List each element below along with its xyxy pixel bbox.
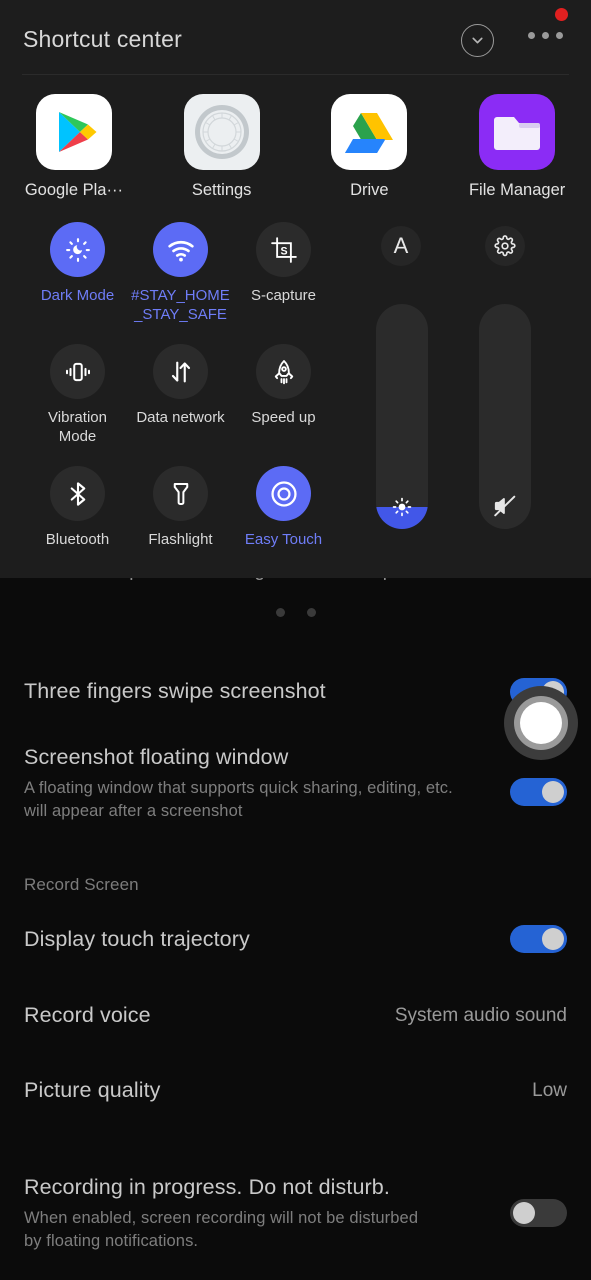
app-shortcut-google-play[interactable]: Google Pla··· — [0, 94, 148, 200]
header-divider — [22, 74, 569, 75]
auto-brightness-label: A — [393, 233, 409, 258]
app-shortcut-label: File Manager — [468, 181, 566, 199]
google-drive-icon — [331, 94, 408, 170]
bluetooth-icon — [50, 466, 105, 521]
tile-flashlight[interactable]: Flashlight — [129, 466, 232, 549]
toggle-knob — [513, 1202, 535, 1224]
tile-easy-touch[interactable]: Easy Touch — [232, 466, 335, 549]
volume-slider[interactable] — [479, 304, 531, 529]
section-label-record-screen: Record Screen — [24, 875, 139, 894]
kebab-dot — [542, 32, 549, 39]
row-three-fingers-swipe-screenshot[interactable]: Three fingers swipe screenshot — [0, 676, 591, 706]
page-indicator-dots — [0, 608, 591, 617]
google-play-icon — [35, 94, 112, 170]
tile-label: Dark Mode — [40, 287, 115, 304]
row-title: Record voice — [24, 1003, 151, 1027]
data-network-arrows-icon — [153, 344, 208, 399]
brightness-slider[interactable] — [376, 304, 428, 529]
rocket-icon — [256, 344, 311, 399]
shortcut-center-panel: Shortcut center Google Pla··· Settings D… — [0, 0, 591, 578]
auto-brightness-button[interactable]: A — [381, 226, 421, 266]
row-value-record-voice: System audio sound — [394, 1005, 567, 1026]
tile-label: Data network — [136, 409, 225, 426]
dark-mode-icon — [50, 222, 105, 277]
s-capture-crop-icon: S — [256, 222, 311, 277]
toggle-knob — [542, 781, 564, 803]
tile-label: Flashlight — [148, 531, 213, 548]
toggle-screenshot-floating-window[interactable] — [510, 778, 567, 806]
page-title: Shortcut center — [23, 26, 182, 52]
row-screenshot-floating-window[interactable]: Screenshot floating window A floating wi… — [0, 742, 591, 823]
app-shortcut-drive[interactable]: Drive — [296, 94, 444, 200]
tile-label: Vibration Mode — [48, 409, 107, 445]
tile-row-3: Bluetooth Flashlight Easy Touch — [26, 466, 358, 549]
flashlight-icon — [153, 466, 208, 521]
row-subtitle: When enabled, screen recording will not … — [24, 1209, 419, 1250]
tile-data-network[interactable]: Data network — [129, 344, 232, 446]
tile-label: #STAY_HOME _STAY_SAFE — [131, 287, 230, 323]
page-dot-2[interactable] — [306, 608, 316, 617]
brightness-icon — [376, 495, 428, 519]
row-picture-quality[interactable]: Picture quality Low — [0, 1075, 591, 1105]
row-subtitle: A floating window that supports quick sh… — [24, 779, 453, 820]
file-manager-folder-icon — [479, 94, 556, 170]
phone-screen: Slide up with three fingers to take a qu… — [0, 0, 591, 1280]
kebab-dot — [528, 32, 535, 39]
tile-label: Speed up — [251, 409, 316, 426]
svg-text:S: S — [280, 245, 287, 257]
tile-row-1: Dark Mode #STAY_HOME _STAY_SAFE S S-capt… — [26, 222, 358, 324]
app-shortcuts-row: Google Pla··· Settings Drive File Manage… — [0, 94, 591, 200]
row-title: Screenshot floating window — [24, 745, 289, 769]
tile-s-capture[interactable]: S S-capture — [232, 222, 335, 324]
ripple-core — [520, 702, 562, 744]
tile-wifi[interactable]: #STAY_HOME _STAY_SAFE — [129, 222, 232, 324]
toggle-knob — [542, 928, 564, 950]
app-shortcut-label: Settings — [191, 181, 252, 199]
row-title: Display touch trajectory — [24, 927, 250, 951]
settings-gear-icon — [183, 94, 260, 170]
tile-speed-up[interactable]: Speed up — [232, 344, 335, 446]
tile-vibration-mode[interactable]: Vibration Mode — [26, 344, 129, 446]
tile-row-2: Vibration Mode Data network Speed up — [26, 344, 358, 446]
kebab-dot — [556, 32, 563, 39]
wifi-icon — [153, 222, 208, 277]
quick-settings-tiles: Dark Mode #STAY_HOME _STAY_SAFE S S-capt… — [26, 222, 358, 549]
app-shortcut-file-manager[interactable]: File Manager — [443, 94, 591, 200]
tile-bluetooth[interactable]: Bluetooth — [26, 466, 129, 549]
app-shortcut-label: Drive — [350, 181, 389, 199]
row-value-picture-quality: Low — [532, 1080, 567, 1101]
tile-dark-mode[interactable]: Dark Mode — [26, 222, 129, 324]
app-shortcut-settings[interactable]: Settings — [148, 94, 296, 200]
page-dot-1[interactable] — [275, 608, 285, 617]
row-title: Picture quality — [24, 1078, 161, 1102]
row-record-voice[interactable]: Record voice System audio sound — [0, 1000, 591, 1030]
toggle-display-touch-trajectory[interactable] — [510, 925, 567, 953]
gear-icon[interactable] — [485, 226, 525, 266]
app-shortcut-label: Google Pla··· — [24, 181, 123, 199]
easy-touch-circle-icon — [256, 466, 311, 521]
row-title: Three fingers swipe screenshot — [24, 679, 326, 703]
vibration-icon — [50, 344, 105, 399]
row-title: Recording in progress. Do not disturb. — [24, 1175, 390, 1199]
row-display-touch-trajectory[interactable]: Display touch trajectory — [0, 924, 591, 954]
volume-muted-icon — [479, 493, 531, 519]
panel-header: Shortcut center — [0, 0, 591, 75]
toggle-recording-do-not-disturb[interactable] — [510, 1199, 567, 1227]
tile-label: S-capture — [250, 287, 317, 304]
tile-label: Easy Touch — [244, 531, 323, 548]
chevron-down-icon[interactable] — [461, 24, 494, 57]
tile-label: Bluetooth — [45, 531, 110, 548]
recording-dot-icon — [555, 8, 568, 21]
row-recording-do-not-disturb[interactable]: Recording in progress. Do not disturb. W… — [0, 1172, 591, 1253]
more-options-icon[interactable] — [528, 32, 563, 39]
